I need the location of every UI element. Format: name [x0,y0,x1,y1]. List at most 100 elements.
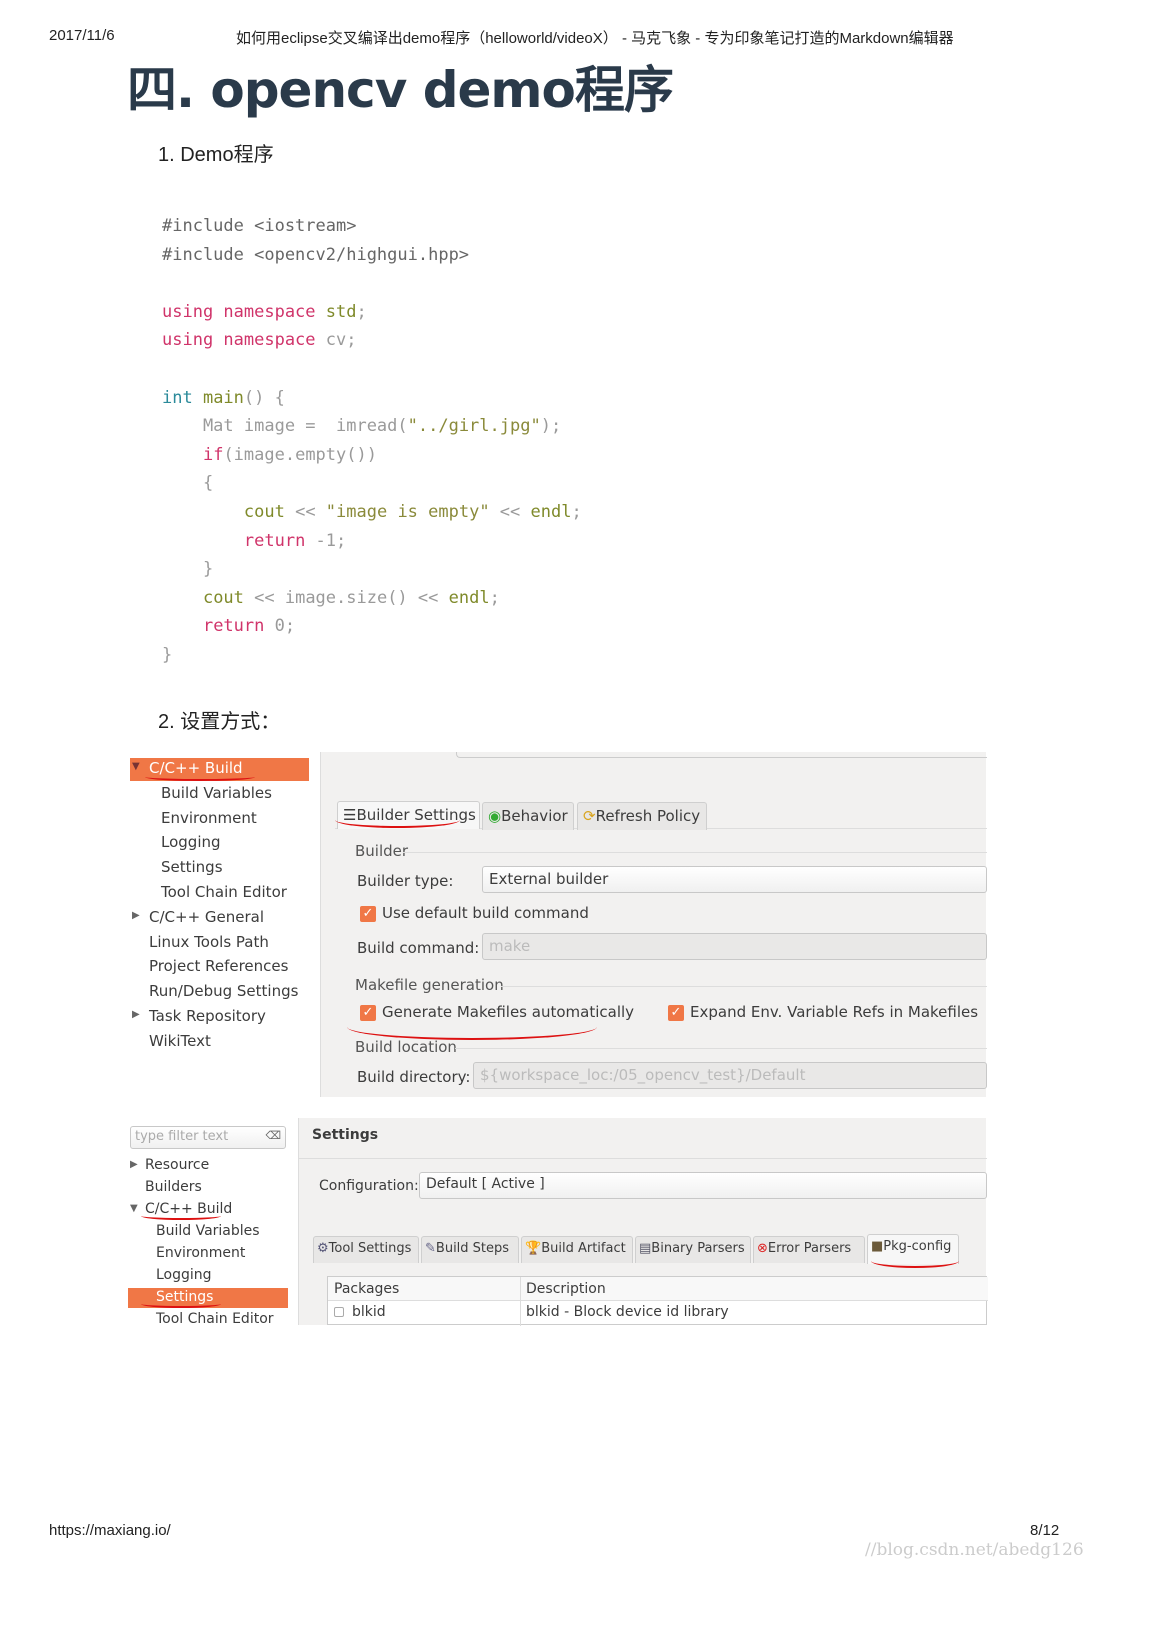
tree-item-label: Environment [156,1245,246,1261]
tree-item[interactable]: ▶ Task Repository [130,1006,309,1029]
tree-item[interactable]: Linux Tools Path [130,932,309,955]
panel-title: Settings [312,1127,379,1143]
tab-tool-settings[interactable]: ⚙Tool Settings [313,1236,419,1263]
code-line: cout << "image is empty" << endl; [162,498,582,527]
tree-item[interactable]: Run/Debug Settings [130,981,309,1004]
divider [403,852,987,853]
tab-label: Pkg-config [883,1239,952,1254]
tree-item[interactable]: Environment [130,808,309,831]
expanded-arrow-icon[interactable]: ▼ [132,761,140,772]
configuration-select[interactable]: Default [ Active ] [419,1172,987,1199]
package-name: blkid [352,1304,386,1320]
tree-item[interactable]: Environment [128,1244,288,1264]
code-token: << [489,501,531,522]
tree-item-label: WikiText [149,1031,211,1050]
column-description[interactable]: Description [526,1281,606,1297]
code-token: Mat image = imread( [162,416,408,437]
table-row[interactable]: blkid blkid - Block device id library [328,1302,988,1324]
tree-item-label: Builders [145,1179,202,1195]
tree-item[interactable]: Builders [128,1178,288,1198]
code-token: main [202,387,244,408]
footer-page-number: 8/12 [1030,1522,1060,1539]
divider [455,1048,987,1049]
tree-item-label: Logging [156,1267,212,1283]
collapsed-arrow-icon[interactable]: ▶ [130,1159,138,1170]
tab-error-parsers[interactable]: ⊗Error Parsers [753,1236,865,1263]
tree-item[interactable]: ▼ C/C++ Build [130,758,309,781]
code-token: cout [243,501,285,522]
code-token: -1; [305,530,347,551]
tree-item-label: Resource [145,1157,210,1173]
code-token: return [243,530,306,551]
use-default-checkbox[interactable]: ✓ [360,906,376,922]
tree-item[interactable]: Settings [128,1288,288,1308]
collapsed-arrow-icon[interactable]: ▶ [132,910,140,921]
package-checkbox[interactable] [334,1307,344,1317]
collapsed-arrow-icon[interactable]: ▶ [132,1009,140,1020]
code-token: { [162,473,214,494]
code-token: "image is empty" [325,501,490,522]
print-title: 如何用eclipse交叉编译出demo程序（helloworld/videoX）… [236,30,954,47]
tree-item-label: Logging [161,833,221,852]
tree-item[interactable]: Settings [130,857,309,880]
expand-env-label: Expand Env. Variable Refs in Makefiles [690,1003,979,1021]
build-steps-icon: ✎ [425,1241,436,1256]
column-packages[interactable]: Packages [334,1281,399,1297]
code-token: return [202,616,265,637]
tree-item[interactable]: Tool Chain Editor [128,1310,288,1330]
code-token: cv; [325,330,357,351]
code-token: << image.size() << [243,587,449,608]
tree-item[interactable]: ▶ C/C++ General [130,907,309,930]
tab-label: Build Steps [435,1241,510,1256]
watermark: //blog.csdn.net/abedg126 [865,1540,1084,1560]
code-token: ; [356,301,367,322]
code-token: ; [571,501,582,522]
tree-item-label: Build Variables [156,1223,260,1239]
build-directory-input[interactable]: ${workspace_loc:/05_opencv_test}/Default [473,1062,987,1089]
code-block: #include <iostream> #include <opencv2/hig… [162,212,582,670]
builder-type-select[interactable]: External builder [482,866,987,893]
filter-input[interactable]: type filter text ⌫ [130,1126,286,1149]
tree-item[interactable]: Tool Chain Editor [130,882,309,905]
tree-item[interactable]: Build Variables [130,783,309,806]
tree-item-label: Settings [161,858,223,877]
tree-item-label: Build Variables [161,783,272,802]
section-demo-title: 1. Demo程序 [158,144,274,166]
tree-item-label: Project References [149,957,289,976]
build-command-input[interactable]: make [482,933,987,960]
tab-binary-parsers[interactable]: ▤Binary Parsers [635,1236,751,1263]
code-line: Mat image = imread("../girl.jpg"); [162,412,582,441]
tree-item[interactable]: ▼ C/C++ Build [128,1200,288,1220]
tree-item[interactable]: Project References [130,956,309,979]
tree-item[interactable]: Logging [130,832,309,855]
pkg-config-icon: ■ [871,1239,884,1254]
clear-icon[interactable]: ⌫ [265,1129,281,1142]
code-token: ); [540,416,562,437]
expand-env-checkbox[interactable]: ✓ [668,1005,684,1021]
tab-build-artifact[interactable]: 🏆Build Artifact [521,1236,633,1263]
code-line: if(image.empty()) [162,441,582,470]
code-token: (image.empty()) [223,444,377,465]
expanded-arrow-icon[interactable]: ▼ [130,1203,138,1214]
tab-refresh-policy[interactable]: ⟳Refresh Policy [577,802,707,830]
tree-item-label: Tool Chain Editor [161,883,287,901]
group-build-location: Build location [355,1038,457,1056]
tree-item-label: Linux Tools Path [149,932,269,951]
tree-item[interactable]: Logging [128,1266,288,1286]
code-token: using namespace [162,330,326,351]
tree-item[interactable]: ▶ Resource [128,1156,288,1176]
section-settings-title: 2. 设置方式： [158,711,281,733]
code-line: cout << image.size() << endl; [162,584,582,613]
tab-build-steps[interactable]: ✎Build Steps [421,1236,519,1263]
code-line: #include <opencv2/highgui.hpp> [162,241,582,270]
code-line: return 0; [162,612,582,641]
table-header: Packages Description [328,1277,988,1326]
tree-item[interactable]: WikiText [130,1031,309,1054]
code-token: using namespace [162,301,326,322]
tab-behavior[interactable]: ◉Behavior [482,802,574,830]
tree-item[interactable]: Build Variables [128,1222,288,1242]
